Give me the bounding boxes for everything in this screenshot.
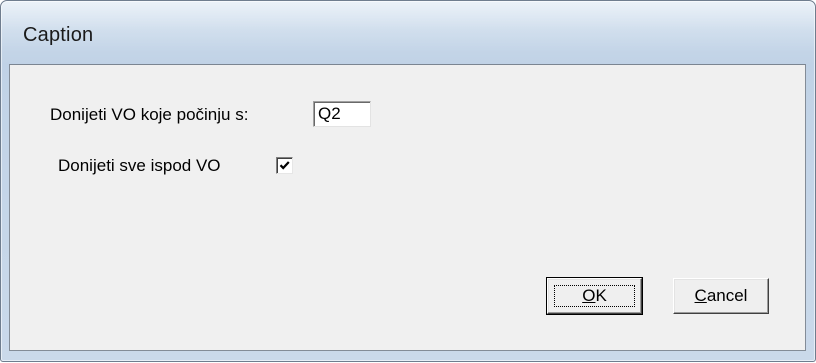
check-icon: [279, 161, 290, 170]
ok-button[interactable]: OK: [546, 277, 643, 315]
cancel-button-label: Cancel: [694, 286, 748, 305]
prefix-label: Donijeti VO koje počinju s:: [50, 105, 249, 124]
dialog-client-area: Donijeti VO koje počinju s: Q2 Donijeti …: [9, 64, 806, 351]
dialog-window: Caption Donijeti VO koje počinju s: Q2 D…: [0, 0, 816, 362]
window-title: Caption: [23, 24, 94, 46]
include-below-checkbox[interactable]: [276, 157, 293, 174]
prefix-input[interactable]: Q2: [313, 101, 371, 127]
include-below-label: Donijeti sve ispod VO: [58, 156, 221, 175]
cancel-button[interactable]: Cancel: [673, 278, 769, 314]
cancel-mnemonic: C: [694, 286, 707, 305]
title-bar[interactable]: Caption: [1, 1, 815, 65]
focus-rectangle: [554, 285, 635, 307]
